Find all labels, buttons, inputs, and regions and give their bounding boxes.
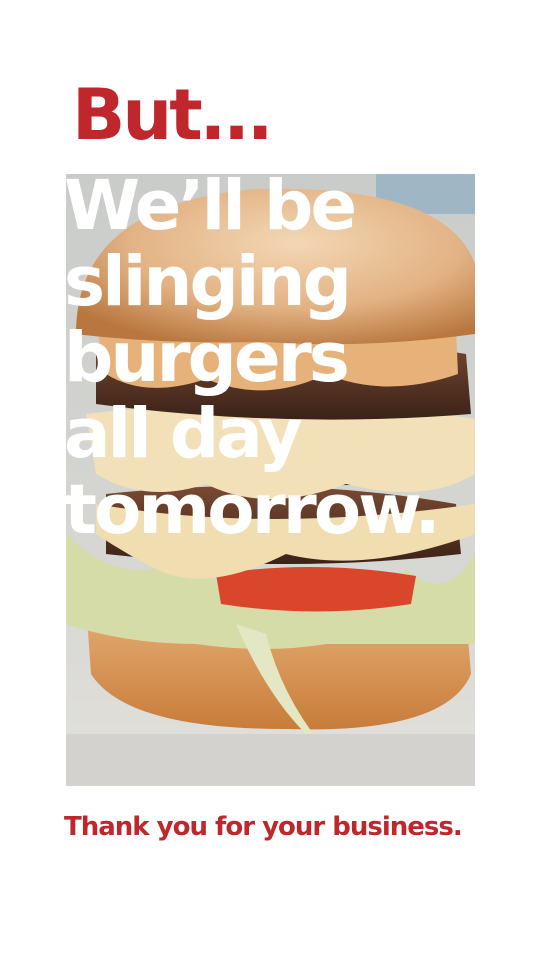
- thank-you-message: Thank you for your business.: [64, 812, 463, 842]
- headline-line: tomorrow.: [64, 470, 441, 550]
- headline-line: all day: [64, 394, 303, 474]
- headline-line: We’ll be: [64, 166, 357, 246]
- headline-intro: But...: [72, 74, 273, 156]
- headline-line: slinging: [64, 242, 352, 322]
- headline-line: burgers: [64, 318, 350, 398]
- headline-message: We’ll be slinging burgers all day tomorr…: [64, 168, 484, 548]
